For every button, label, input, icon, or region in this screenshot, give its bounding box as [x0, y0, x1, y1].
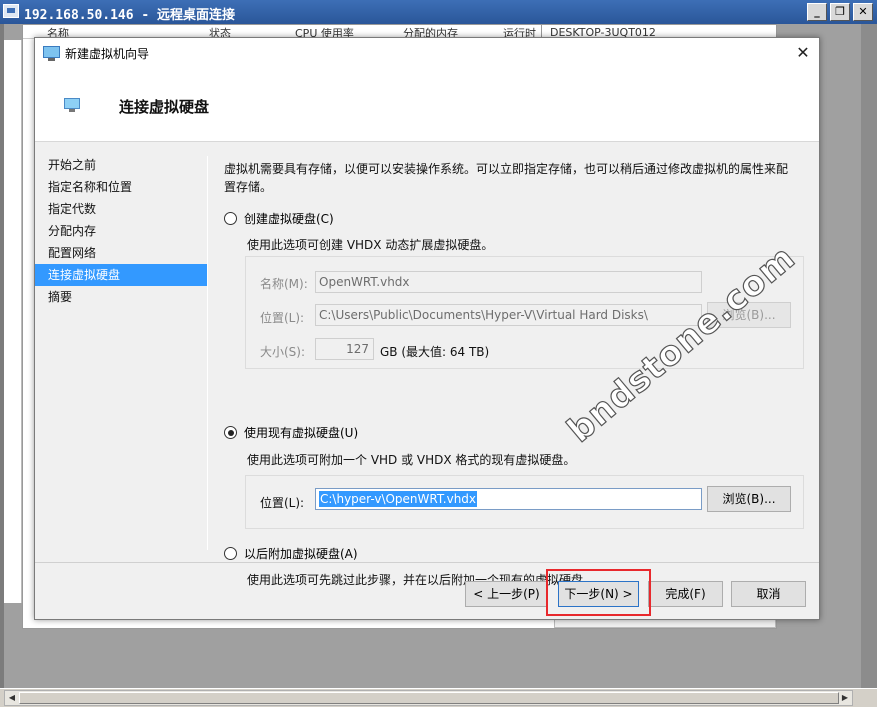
page-title: 连接虚拟硬盘 [119, 98, 210, 116]
size-field[interactable]: 127 [315, 338, 374, 360]
wizard-title-bar[interactable]: 新建虚拟机向导 ✕ [35, 38, 819, 68]
location-field[interactable]: C:\Users\Public\Documents\Hyper-V\Virtua… [315, 304, 702, 326]
footer-divider [35, 562, 819, 563]
scroll-thumb[interactable] [19, 692, 839, 704]
nav-item-generation[interactable]: 指定代数 [35, 198, 207, 220]
nav-item-network[interactable]: 配置网络 [35, 242, 207, 264]
finish-button[interactable]: 完成(F) [648, 581, 723, 607]
create-disk-option[interactable]: 创建虚拟硬盘(C) [224, 210, 334, 227]
rdp-title: 192.168.50.146 - 远程桌面连接 [24, 8, 236, 23]
name-label: 名称(M): [260, 277, 308, 291]
selected-path-text: C:\hyper-v\OpenWRT.vhdx [319, 491, 478, 507]
existing-disk-group: 位置(L): C:\hyper-v\OpenWRT.vhdx 浏览(B)... [245, 475, 804, 529]
attach-later-option[interactable]: 以后附加虚拟硬盘(A) [224, 545, 358, 562]
nav-item-before-you-begin[interactable]: 开始之前 [35, 154, 207, 176]
location-label: 位置(L): [260, 311, 305, 325]
background-panel [4, 40, 22, 603]
nav-item-connect-disk[interactable]: 连接虚拟硬盘 [35, 264, 207, 286]
existing-location-input[interactable]: C:\hyper-v\OpenWRT.vhdx [315, 488, 702, 510]
existing-disk-radio[interactable] [224, 426, 237, 439]
size-unit-label: GB (最大值: 64 TB) [380, 345, 490, 359]
create-disk-label[interactable]: 创建虚拟硬盘(C) [244, 210, 334, 227]
page-description: 虚拟机需要具有存储，以便可以安装操作系统。可以立即指定存储，也可以稍后通过修改虚… [224, 162, 789, 194]
nav-item-name-location[interactable]: 指定名称和位置 [35, 176, 207, 198]
rdp-title-bar[interactable]: 192.168.50.146 - 远程桌面连接 _ ❐ ✕ [0, 0, 877, 24]
size-label: 大小(S): [260, 345, 306, 359]
scroll-left-icon[interactable]: ◀ [5, 691, 19, 705]
annotation-highlight-box [546, 569, 651, 616]
close-icon[interactable]: ✕ [793, 43, 813, 63]
create-disk-note: 使用此选项可创建 VHDX 动态扩展虚拟硬盘。 [247, 238, 494, 252]
monitor-icon [64, 98, 80, 112]
browse-button[interactable]: 浏览(B)... [707, 486, 791, 512]
wizard-header: 连接虚拟硬盘 [35, 68, 819, 142]
existing-location-label: 位置(L): [260, 496, 305, 510]
nav-item-summary[interactable]: 摘要 [35, 286, 207, 308]
rdp-close-button[interactable]: ✕ [853, 3, 873, 21]
create-disk-radio[interactable] [224, 212, 237, 225]
existing-disk-note: 使用此选项可附加一个 VHD 或 VHDX 格式的现有虚拟硬盘。 [247, 453, 576, 467]
nav-item-memory[interactable]: 分配内存 [35, 220, 207, 242]
name-field[interactable]: OpenWRT.vhdx [315, 271, 702, 293]
rdp-horizontal-scrollbar[interactable]: ◀ ▶ [0, 688, 877, 707]
scroll-right-icon[interactable]: ▶ [838, 691, 852, 705]
rdp-minimize-button[interactable]: _ [807, 3, 827, 21]
wizard-steps-nav: 开始之前 指定名称和位置 指定代数 分配内存 配置网络 连接虚拟硬盘 摘要 [35, 154, 207, 308]
rdp-vertical-scrollbar[interactable] [861, 24, 877, 689]
previous-button[interactable]: < 上一步(P) [465, 581, 548, 607]
remote-desktop-icon [3, 4, 19, 18]
monitor-icon [43, 46, 60, 61]
rdp-restore-button[interactable]: ❐ [830, 3, 850, 21]
wizard-content: 虚拟机需要具有存储，以便可以安装操作系统。可以立即指定存储，也可以稍后通过修改虚… [224, 156, 804, 587]
divider [207, 156, 208, 550]
attach-later-radio[interactable] [224, 547, 237, 560]
cancel-button[interactable]: 取消 [731, 581, 806, 607]
existing-disk-option[interactable]: 使用现有虚拟硬盘(U) [224, 424, 358, 441]
existing-disk-label[interactable]: 使用现有虚拟硬盘(U) [244, 424, 358, 441]
wizard-title: 新建虚拟机向导 [65, 47, 150, 61]
attach-later-label[interactable]: 以后附加虚拟硬盘(A) [244, 545, 358, 562]
